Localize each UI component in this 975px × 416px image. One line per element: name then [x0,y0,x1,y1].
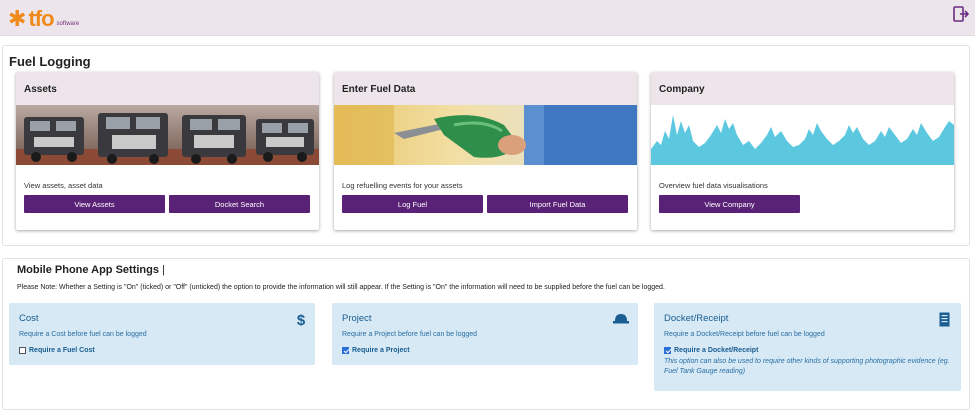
section-title: Fuel Logging [9,54,91,69]
logo-text: tfo [28,6,54,31]
logo-star-icon: ✱ [8,6,27,31]
card-description: View assets, asset data [24,181,103,190]
card-title: Assets [16,72,319,105]
setting-extra-note: This option can also be used to require … [664,358,950,375]
require-docket-checkbox[interactable]: Require a Docket/Receipt [664,347,758,354]
project-setting-box: Project Require a Project before fuel ca… [332,303,638,365]
setting-description: Require a Project before fuel can be log… [342,331,478,338]
dollar-icon: $ [297,312,306,327]
hard-hat-icon [613,314,629,324]
setting-title: Project [342,313,372,324]
card-description: Log refuelling events for your assets [342,181,463,190]
checkbox-box[interactable] [664,347,671,354]
checkbox-label: Require a Fuel Cost [29,347,95,354]
cost-setting-box: Cost $ Require a Cost before fuel can be… [9,303,315,365]
top-bar: ✱ tfo software [0,0,975,36]
logo[interactable]: ✱ tfo software [8,6,79,30]
card-title: Company [651,72,954,105]
checkbox-label: Require a Project [352,347,410,354]
checkbox-box[interactable] [19,347,26,354]
card-title: Enter Fuel Data [334,72,637,105]
import-fuel-data-button[interactable]: Import Fuel Data [487,195,628,213]
checkbox-box[interactable] [342,347,349,354]
log-fuel-button[interactable]: Log Fuel [342,195,483,213]
require-project-checkbox[interactable]: Require a Project [342,347,410,354]
setting-description: Require a Docket/Receipt before fuel can… [664,331,825,338]
settings-note: Please Note: Whether a Setting is "On" (… [17,284,665,291]
setting-description: Require a Cost before fuel can be logged [19,331,147,338]
view-assets-button[interactable]: View Assets [24,195,165,213]
docket-setting-box: Docket/Receipt Require a Docket/Receipt … [654,303,961,391]
trucks-image [16,105,319,165]
logout-icon[interactable] [953,6,969,22]
company-chart-image [651,105,954,165]
logo-subtext: software [56,21,80,27]
settings-title: Mobile Phone App Settings | [17,264,165,276]
text-caret: | [162,264,165,276]
svg-text:$: $ [297,312,306,327]
require-fuel-cost-checkbox[interactable]: Require a Fuel Cost [19,347,95,354]
setting-title: Cost [19,313,39,324]
receipt-icon [939,312,950,327]
view-company-button[interactable]: View Company [659,195,800,213]
setting-title: Docket/Receipt [664,313,729,324]
assets-card: Assets View assets, asset data View Asse… [16,72,319,230]
company-card: Company Overview fuel data visualisation… [651,72,954,230]
settings-title-text: Mobile Phone App Settings [17,264,159,276]
card-description: Overview fuel data visualisations [659,181,768,190]
enter-fuel-data-card: Enter Fuel Data Log refuelling events fo… [334,72,637,230]
docket-search-button[interactable]: Docket Search [169,195,310,213]
fuel-pump-image [334,105,637,165]
checkbox-label: Require a Docket/Receipt [674,347,759,354]
